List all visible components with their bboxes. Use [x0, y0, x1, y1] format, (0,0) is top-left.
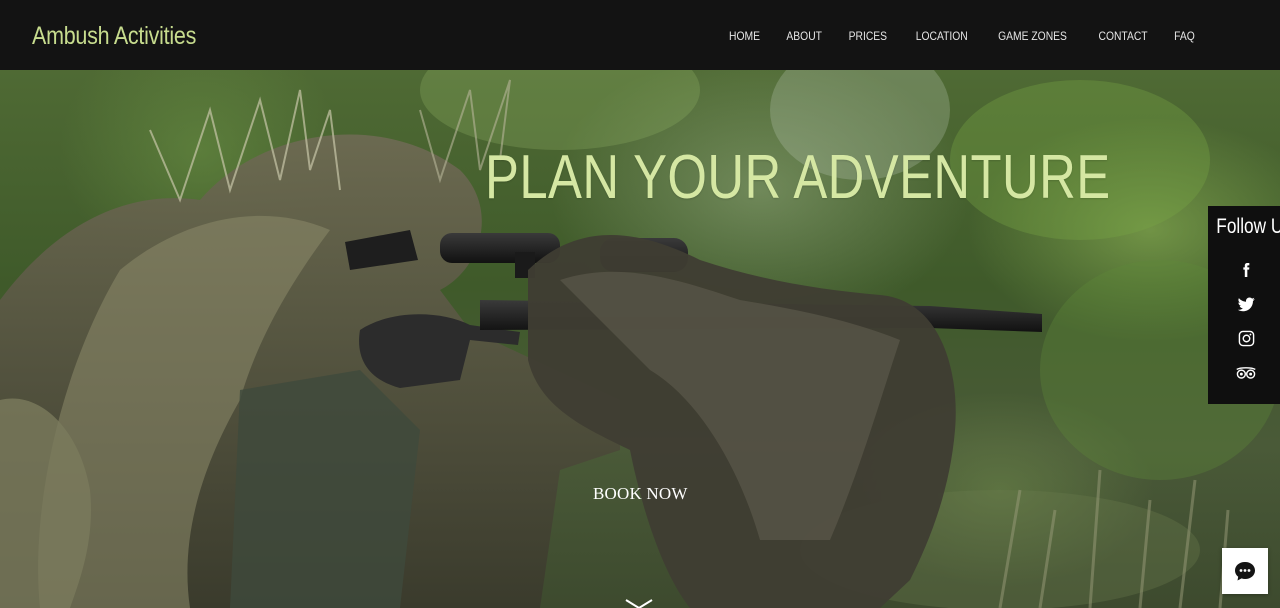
- hero-title: PLAN YOUR ADVENTURE: [485, 143, 1111, 212]
- tripadvisor-icon[interactable]: [1234, 361, 1258, 385]
- nav-location[interactable]: LOCATION: [907, 26, 977, 46]
- nav-game-zones[interactable]: GAME ZONES: [990, 26, 1077, 46]
- nav-home[interactable]: HOME: [720, 26, 769, 46]
- main-nav: HOME ABOUT PRICES LOCATION GAME ZONES CO…: [716, 26, 1207, 46]
- hero-section: PLAN YOUR ADVENTURE BOOK NOW: [0, 70, 1280, 608]
- follow-us-panel: Follow Us: [1208, 206, 1280, 404]
- facebook-icon[interactable]: [1234, 258, 1258, 282]
- site-logo[interactable]: Ambush Activities: [32, 22, 196, 51]
- nav-prices[interactable]: PRICES: [840, 26, 896, 46]
- twitter-icon[interactable]: [1234, 292, 1258, 316]
- chat-bubble-icon[interactable]: [1222, 548, 1268, 594]
- follow-us-title: Follow Us: [1216, 215, 1280, 238]
- site-header: Ambush Activities HOME ABOUT PRICES LOCA…: [0, 0, 1280, 70]
- nav-contact[interactable]: CONTACT: [1089, 26, 1156, 46]
- nav-faq[interactable]: FAQ: [1165, 26, 1204, 46]
- instagram-icon[interactable]: [1234, 326, 1258, 350]
- book-now-button[interactable]: BOOK NOW: [593, 484, 688, 504]
- chevron-down-icon[interactable]: [624, 598, 654, 608]
- nav-about[interactable]: ABOUT: [777, 26, 831, 46]
